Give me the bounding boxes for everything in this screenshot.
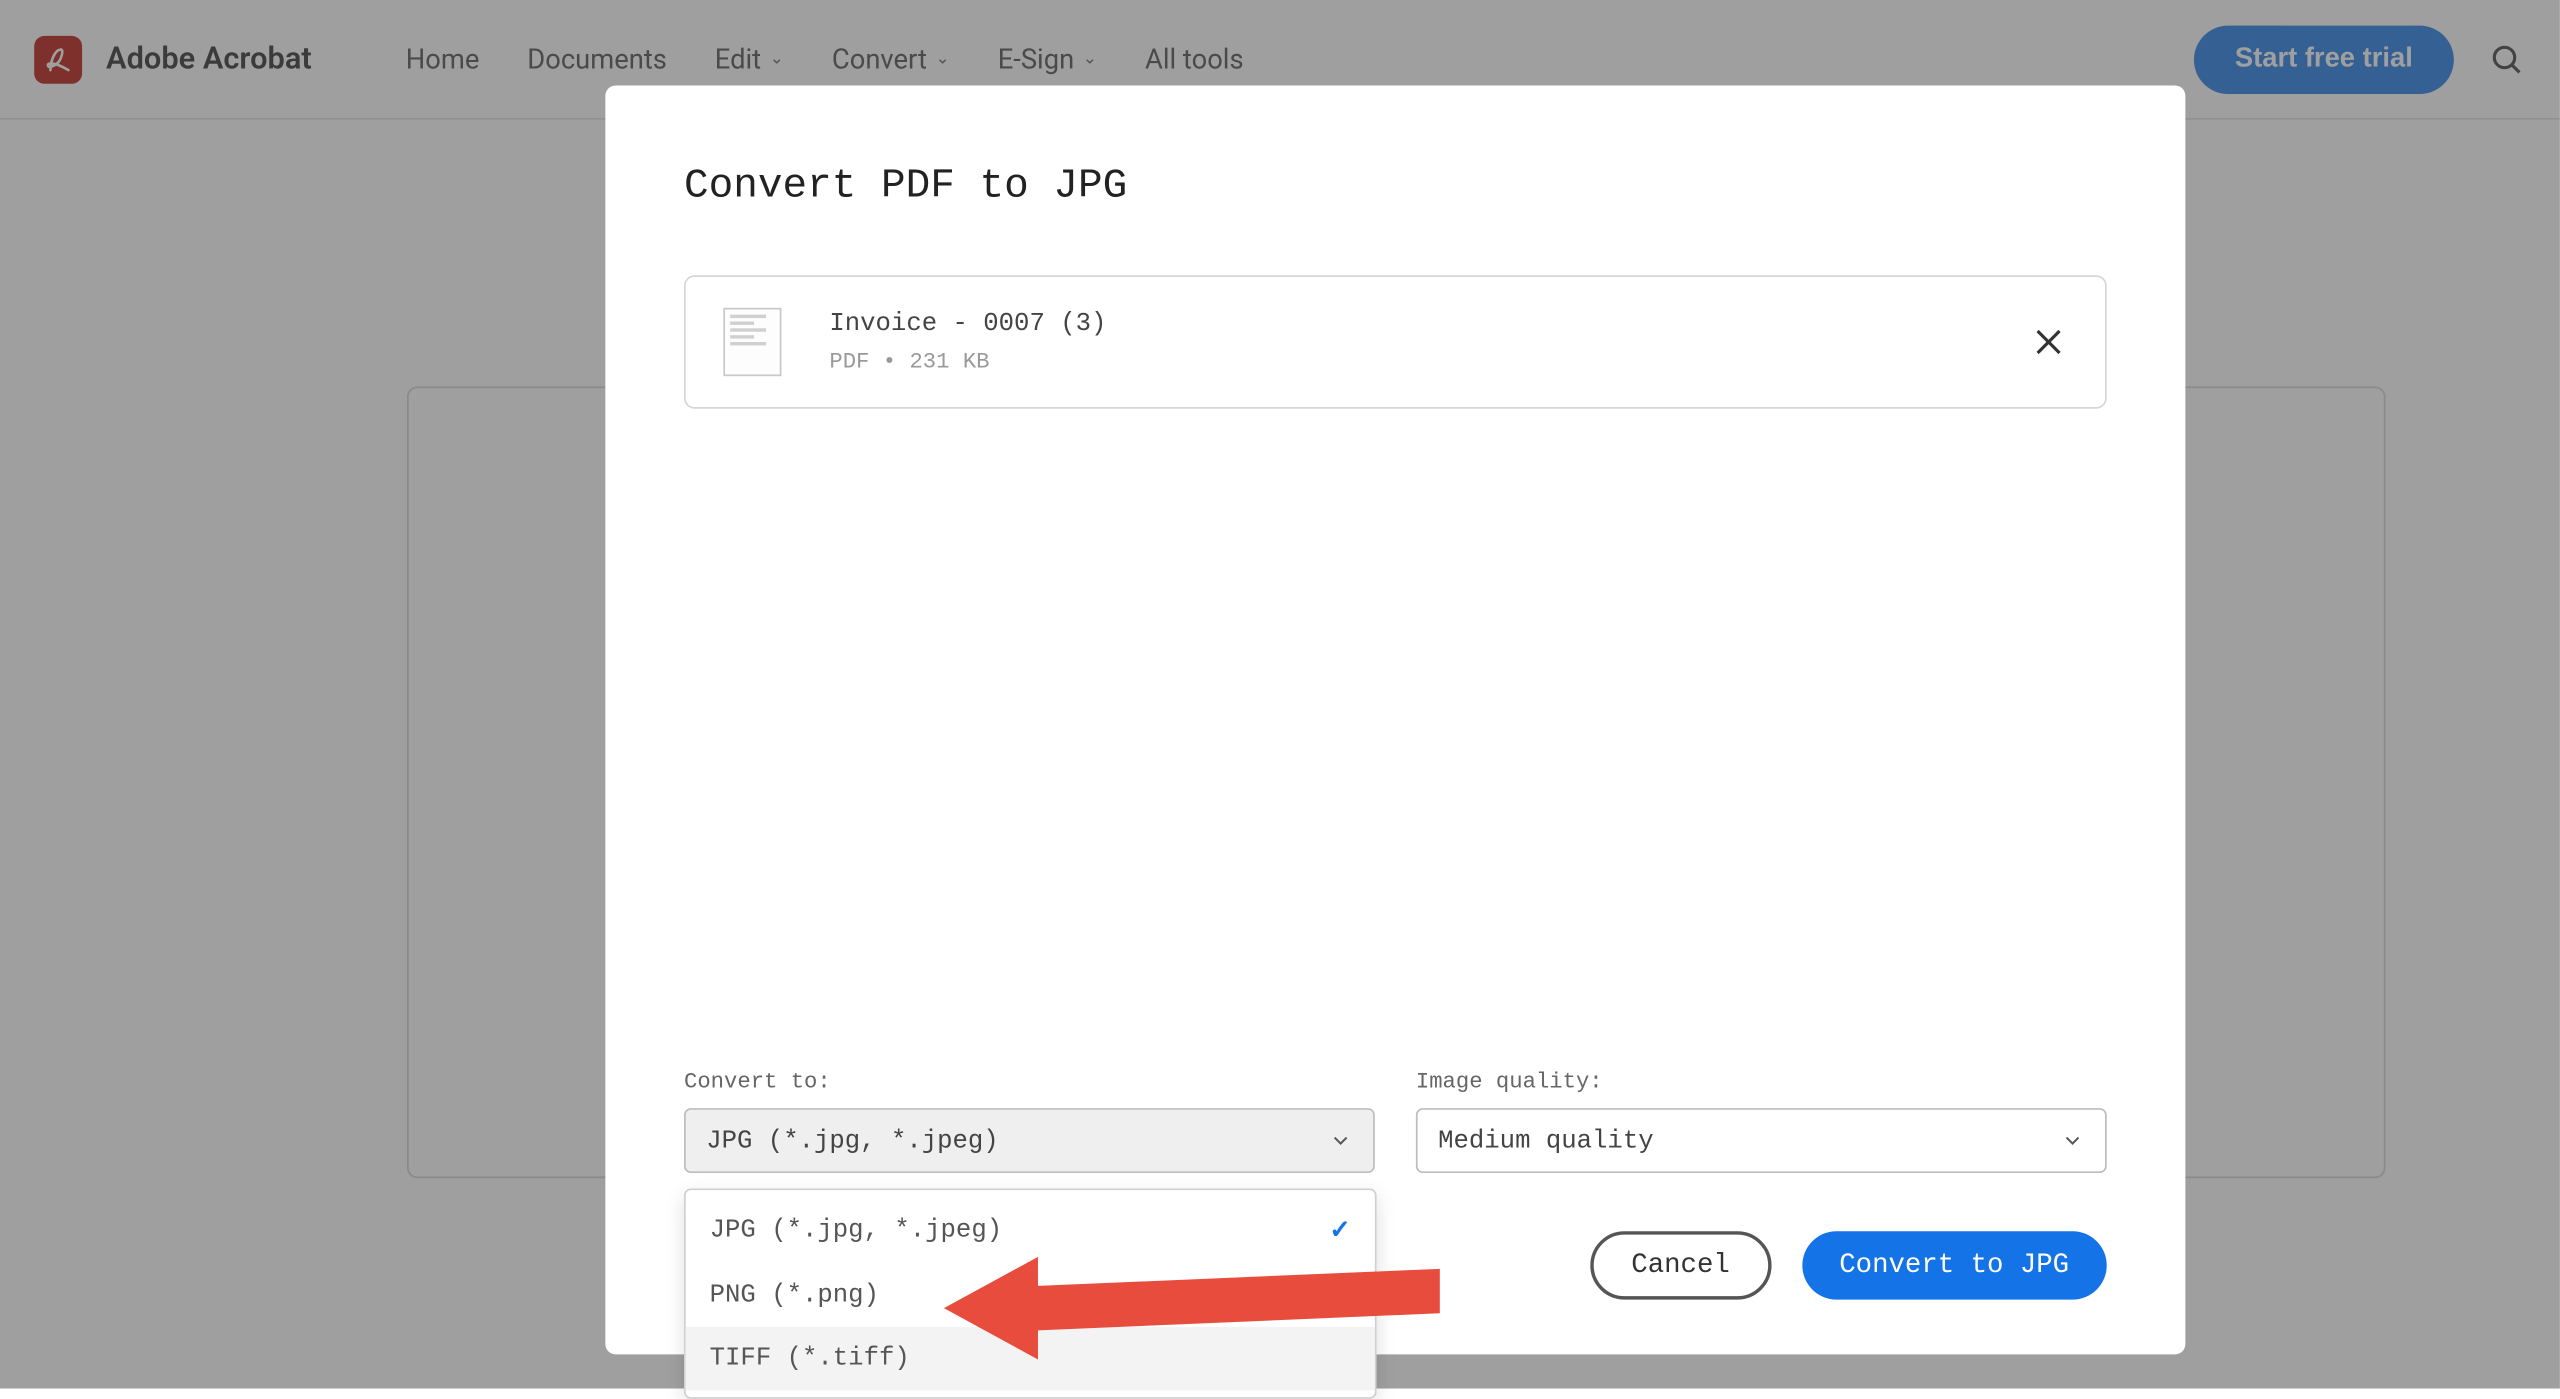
convert-to-group: Convert to: JPG (*.jpg, *.jpeg) JPG (*.j… (684, 1069, 1375, 1173)
convert-to-dropdown: JPG (*.jpg, *.jpeg) ✓ PNG (*.png) TIFF (… (684, 1188, 1377, 1398)
image-quality-group: Image quality: Medium quality (1416, 1069, 2107, 1173)
chevron-down-icon (2061, 1129, 2085, 1153)
check-icon: ✓ (1329, 1214, 1351, 1246)
convert-to-label: Convert to: (684, 1069, 1375, 1095)
file-meta: PDF • 231 KB (829, 349, 1106, 375)
dropdown-option-tiff[interactable]: TIFF (*.tiff) (686, 1327, 1375, 1390)
close-icon[interactable] (2030, 323, 2068, 361)
convert-button[interactable]: Convert to JPG (1802, 1231, 2107, 1299)
image-quality-label: Image quality: (1416, 1069, 2107, 1095)
image-quality-selected-value: Medium quality (1438, 1126, 1654, 1155)
file-thumbnail-icon (723, 308, 781, 376)
modal-title: Convert PDF to JPG (684, 164, 2107, 210)
convert-modal: Convert PDF to JPG Invoice - 0007 (3) PD… (605, 86, 2185, 1355)
convert-to-selected-value: JPG (*.jpg, *.jpeg) (706, 1126, 998, 1155)
file-card: Invoice - 0007 (3) PDF • 231 KB (684, 275, 2107, 408)
file-info: Invoice - 0007 (3) PDF • 231 KB (829, 310, 1106, 375)
file-name: Invoice - 0007 (3) (829, 310, 1106, 339)
dropdown-option-png[interactable]: PNG (*.png) (686, 1264, 1375, 1327)
chevron-down-icon (1329, 1129, 1353, 1153)
dropdown-option-jpg[interactable]: JPG (*.jpg, *.jpeg) ✓ (686, 1197, 1375, 1264)
controls-row: Convert to: JPG (*.jpg, *.jpeg) JPG (*.j… (684, 1069, 2107, 1173)
cancel-button[interactable]: Cancel (1590, 1231, 1771, 1299)
convert-to-select[interactable]: JPG (*.jpg, *.jpeg) (684, 1108, 1375, 1173)
image-quality-select[interactable]: Medium quality (1416, 1108, 2107, 1173)
